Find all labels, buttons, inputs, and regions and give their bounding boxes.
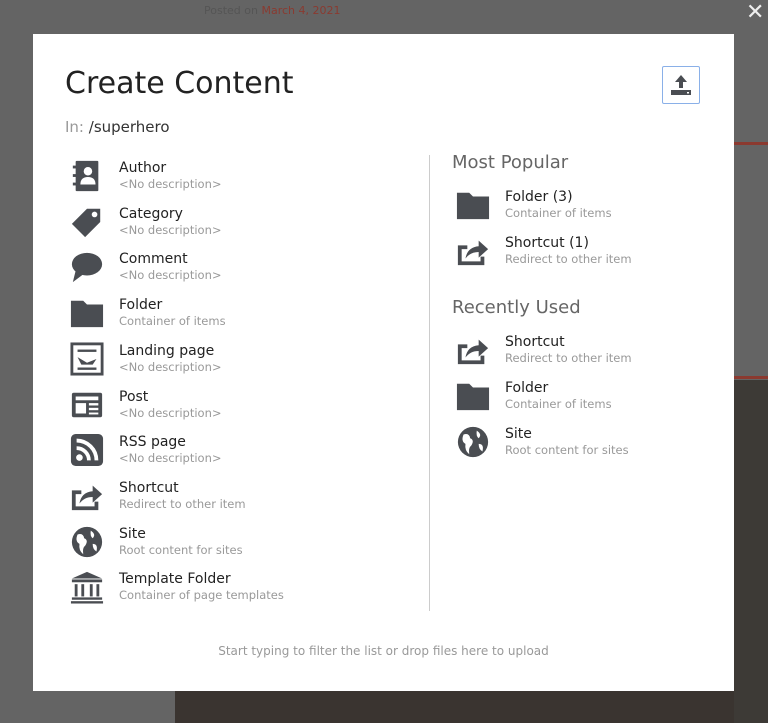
item-description: <No description> [119,405,222,420]
content-type-item[interactable]: Site Root content for sites [455,426,629,466]
item-name: Post [119,388,149,405]
globe-icon [69,524,105,560]
institution-icon [69,569,105,605]
landing-page-icon [69,341,105,377]
content-type-item[interactable]: Comment <No description> [69,251,222,291]
item-name: Folder [119,297,163,314]
background-divider [734,376,768,379]
item-name: Template Folder [119,571,231,588]
background-posted-text: Posted on March 4, 2021 [204,4,341,17]
content-type-item[interactable]: Author <No description> [69,160,222,200]
item-description: Container of items [505,397,612,411]
item-description: Redirect to other item [505,252,632,266]
rss-icon [69,432,105,468]
close-icon[interactable]: ✕ [746,0,764,25]
item-description: <No description> [119,177,222,191]
content-type-item[interactable]: Category <No description> [69,206,222,246]
item-description: Redirect to other item [505,351,632,365]
background-divider [734,142,768,145]
tag-icon [69,204,105,240]
item-name: RSS page [119,434,186,451]
content-type-item[interactable]: Shortcut (1) Redirect to other item [455,235,632,275]
share-icon [455,332,491,368]
item-description: Container of items [119,314,226,329]
dialog-title: Create Content [65,66,294,101]
item-name: Folder [505,380,549,396]
share-icon [69,478,105,514]
upload-hint: Start typing to filter the list or drop … [218,644,549,658]
content-type-item[interactable]: Post <No description> [69,389,222,429]
content-type-item[interactable]: Landing page <No description> [69,341,222,383]
folder-icon [455,187,491,223]
content-path: In: /superhero [65,118,170,136]
item-name: Shortcut [505,334,565,350]
item-name: Site [505,426,532,442]
newspaper-icon [69,387,105,423]
item-description: Container of page templates [119,588,284,603]
item-name: Category [119,205,183,222]
item-name: Shortcut [119,479,179,496]
item-description: <No description> [119,451,222,466]
comment-icon [69,249,105,285]
content-type-item[interactable]: Shortcut Redirect to other item [69,480,246,520]
item-name: Comment [119,251,188,268]
background-image [734,380,768,723]
content-type-item[interactable]: Folder Container of items [69,297,226,337]
content-type-item[interactable]: Site Root content for sites [69,526,243,566]
most-popular-heading: Most Popular [452,152,569,173]
item-description: Root content for sites [119,542,243,557]
item-name: Shortcut (1) [505,235,589,251]
item-name: Folder (3) [505,189,573,205]
share-icon [455,233,491,269]
column-divider [429,155,430,611]
content-type-item[interactable]: Shortcut Redirect to other item [455,334,632,374]
folder-icon [455,378,491,414]
content-type-item[interactable]: Folder (3) Container of items [455,189,612,229]
address-book-icon [69,158,105,194]
content-type-item[interactable]: RSS page <No description> [69,434,222,474]
create-content-dialog: Create Content In: /superhero Author <No … [33,34,734,691]
item-description: <No description> [119,222,222,237]
globe-icon [455,424,491,460]
item-name: Site [119,525,146,542]
item-name: Landing page [119,342,215,359]
recently-used-heading: Recently Used [452,297,581,318]
item-description: Redirect to other item [119,496,246,511]
folder-icon [69,295,105,331]
content-type-item[interactable]: Folder Container of items [455,380,612,420]
upload-button[interactable] [662,66,700,104]
item-description: Root content for sites [505,443,629,457]
item-name: Author [119,160,167,176]
item-description: <No description> [119,359,222,374]
item-description: <No description> [119,268,222,283]
content-type-item[interactable]: Template Folder Container of page templat… [69,571,284,611]
upload-icon [671,75,691,95]
item-description: Container of items [505,206,612,220]
background-image [175,691,735,723]
